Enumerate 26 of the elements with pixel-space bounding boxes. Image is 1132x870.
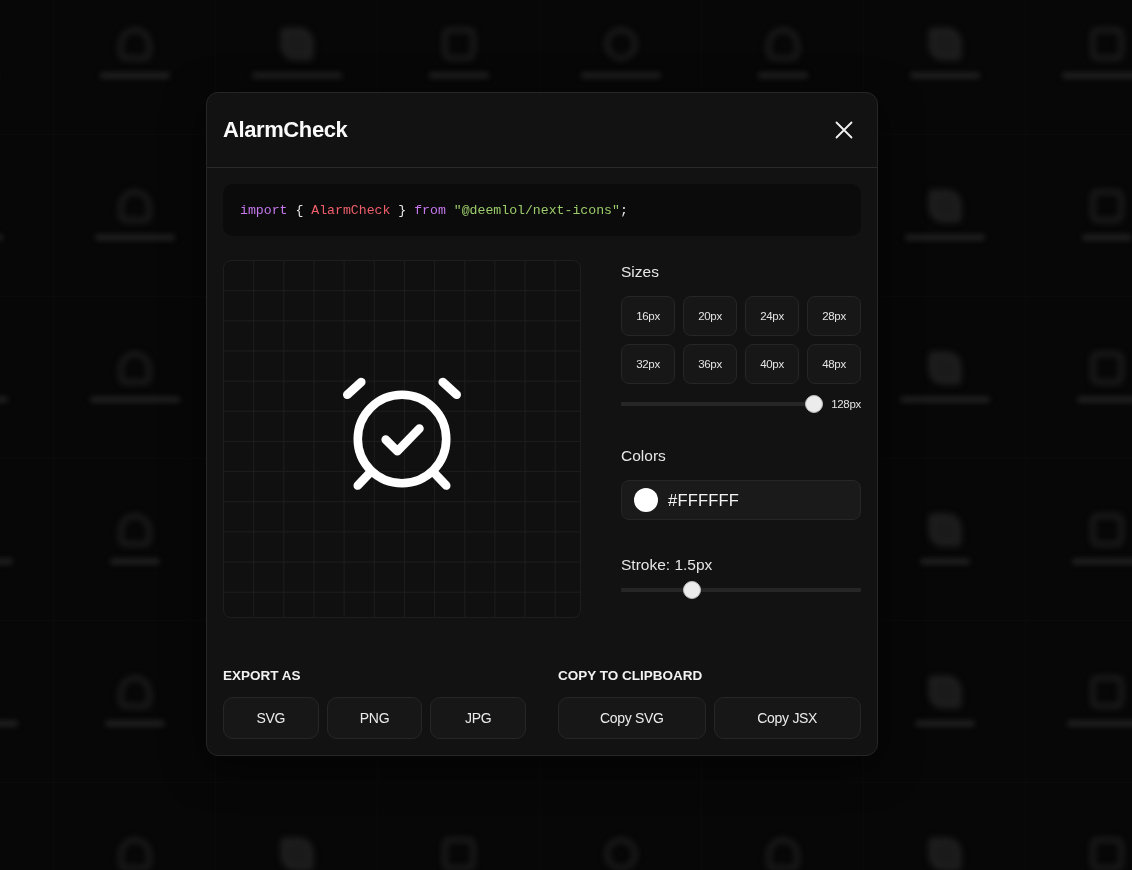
stroke-label: Stroke: 1.5px <box>621 555 714 575</box>
slider-thumb[interactable] <box>805 395 824 413</box>
section-heading: EXPORT AS <box>223 667 302 684</box>
copy-button[interactable]: Copy JSX <box>713 697 861 739</box>
sizes-heading: Sizes <box>621 262 660 282</box>
size-option-button[interactable]: 16px <box>621 296 675 336</box>
color-input-field[interactable]: #FFFFFF <box>621 480 861 520</box>
size-option-button[interactable]: 28px <box>807 296 861 336</box>
size-option-button[interactable]: 48px <box>807 344 861 384</box>
size-option-button[interactable]: 32px <box>621 344 675 384</box>
dialog-title: AlarmCheck <box>223 117 348 143</box>
size-option-button[interactable]: 40px <box>745 344 799 384</box>
import-code-line: import { AlarmCheck } from "@deemlol/next-icons"; <box>240 202 628 218</box>
export-format-button[interactable]: JPG <box>430 697 526 739</box>
slider-thumb[interactable] <box>683 581 702 599</box>
size-option-button[interactable]: 20px <box>683 296 737 336</box>
export-format-button[interactable]: PNG <box>326 697 423 739</box>
copy-button[interactable]: Copy SVG <box>558 697 706 739</box>
export-format-button[interactable]: SVG <box>223 697 319 739</box>
size-reading: 128px <box>831 398 861 410</box>
colors-heading: Colors <box>621 446 667 466</box>
section-heading: COPY TO CLIPBOARD <box>558 667 704 684</box>
size-option-button[interactable]: 36px <box>683 344 737 384</box>
color-hex-value: #FFFFFF <box>668 490 740 510</box>
close-icon <box>835 121 853 139</box>
size-option-button[interactable]: 24px <box>745 296 799 336</box>
